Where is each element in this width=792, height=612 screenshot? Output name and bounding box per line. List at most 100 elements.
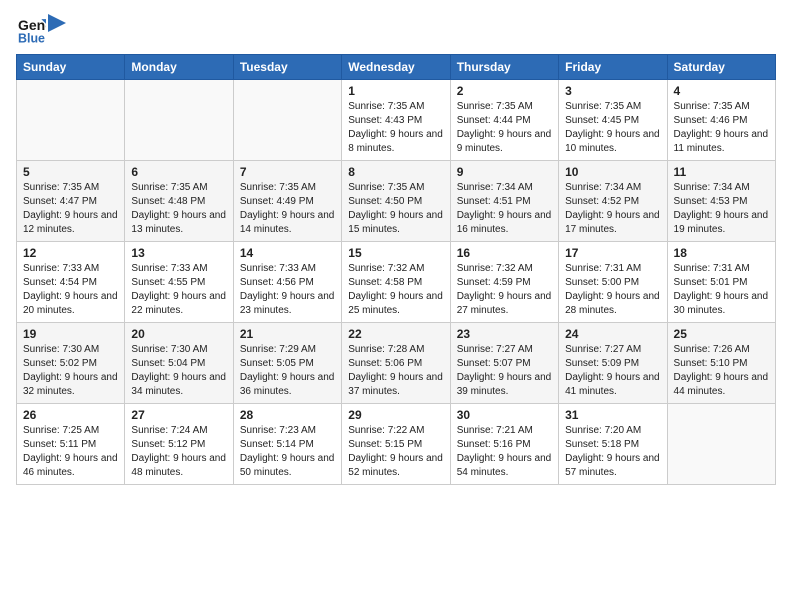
day-info: Sunrise: 7:26 AMSunset: 5:10 PMDaylight:… [674,343,769,399]
day-number: 27 [131,408,226,422]
day-info: Sunrise: 7:22 AMSunset: 5:15 PMDaylight:… [348,424,443,480]
header: General Blue [16,16,776,44]
day-info: Sunrise: 7:31 AMSunset: 5:00 PMDaylight:… [565,262,660,318]
day-number: 11 [674,165,769,179]
day-number: 5 [23,165,118,179]
day-number: 8 [348,165,443,179]
weekday-header-row: SundayMondayTuesdayWednesdayThursdayFrid… [17,55,776,80]
calendar-cell: 22 Sunrise: 7:28 AMSunset: 5:06 PMDayligh… [342,323,450,404]
calendar-cell: 1 Sunrise: 7:35 AMSunset: 4:43 PMDaylight… [342,80,450,161]
calendar-cell: 21 Sunrise: 7:29 AMSunset: 5:05 PMDayligh… [233,323,341,404]
day-number: 31 [565,408,660,422]
day-number: 14 [240,246,335,260]
day-number: 9 [457,165,552,179]
day-info: Sunrise: 7:30 AMSunset: 5:02 PMDaylight:… [23,343,118,399]
weekday-header-friday: Friday [559,55,667,80]
calendar-cell: 2 Sunrise: 7:35 AMSunset: 4:44 PMDaylight… [450,80,558,161]
day-info: Sunrise: 7:34 AMSunset: 4:51 PMDaylight:… [457,181,552,237]
day-number: 30 [457,408,552,422]
calendar-week-row: 19 Sunrise: 7:30 AMSunset: 5:02 PMDayligh… [17,323,776,404]
calendar-cell: 20Sunrise: 7:30 AMSunset: 5:04 PMDayligh… [125,323,233,404]
calendar-cell: 30 Sunrise: 7:21 AMSunset: 5:16 PMDayligh… [450,404,558,485]
calendar-cell: 18 Sunrise: 7:31 AMSunset: 5:01 PMDayligh… [667,242,775,323]
weekday-header-wednesday: Wednesday [342,55,450,80]
calendar-cell: 3 Sunrise: 7:35 AMSunset: 4:45 PMDaylight… [559,80,667,161]
logo-icon: General Blue [18,16,46,44]
calendar-cell: 29Sunrise: 7:22 AMSunset: 5:15 PMDayligh… [342,404,450,485]
calendar-table: SundayMondayTuesdayWednesdayThursdayFrid… [16,54,776,485]
day-info: Sunrise: 7:33 AMSunset: 4:54 PMDaylight:… [23,262,118,318]
calendar-cell: 14 Sunrise: 7:33 AMSunset: 4:56 PMDayligh… [233,242,341,323]
day-info: Sunrise: 7:30 AMSunset: 5:04 PMDaylight:… [131,343,226,399]
calendar-cell: 25 Sunrise: 7:26 AMSunset: 5:10 PMDayligh… [667,323,775,404]
svg-text:Blue: Blue [18,31,45,44]
calendar-cell: 28 Sunrise: 7:23 AMSunset: 5:14 PMDayligh… [233,404,341,485]
day-number: 16 [457,246,552,260]
day-number: 3 [565,84,660,98]
day-info: Sunrise: 7:31 AMSunset: 5:01 PMDaylight:… [674,262,769,318]
day-info: Sunrise: 7:23 AMSunset: 5:14 PMDaylight:… [240,424,335,480]
calendar-cell [17,80,125,161]
day-number: 13 [131,246,226,260]
calendar-cell: 31 Sunrise: 7:20 AMSunset: 5:18 PMDayligh… [559,404,667,485]
day-info: Sunrise: 7:34 AMSunset: 4:52 PMDaylight:… [565,181,660,237]
day-info: Sunrise: 7:35 AMSunset: 4:44 PMDaylight:… [457,100,552,156]
day-info: Sunrise: 7:27 AMSunset: 5:09 PMDaylight:… [565,343,660,399]
calendar-cell: 27Sunrise: 7:24 AMSunset: 5:12 PMDayligh… [125,404,233,485]
day-info: Sunrise: 7:27 AMSunset: 5:07 PMDaylight:… [457,343,552,399]
calendar-cell: 12 Sunrise: 7:33 AMSunset: 4:54 PMDayligh… [17,242,125,323]
day-number: 15 [348,246,443,260]
calendar-cell: 10Sunrise: 7:34 AMSunset: 4:52 PMDayligh… [559,161,667,242]
calendar-week-row: 5Sunrise: 7:35 AMSunset: 4:47 PMDaylight… [17,161,776,242]
calendar-cell: 11Sunrise: 7:34 AMSunset: 4:53 PMDayligh… [667,161,775,242]
calendar-cell: 19 Sunrise: 7:30 AMSunset: 5:02 PMDayligh… [17,323,125,404]
calendar-cell: 4 Sunrise: 7:35 AMSunset: 4:46 PMDaylight… [667,80,775,161]
day-number: 19 [23,327,118,341]
day-info: Sunrise: 7:28 AMSunset: 5:06 PMDaylight:… [348,343,443,399]
day-info: Sunrise: 7:32 AMSunset: 4:58 PMDaylight:… [348,262,443,318]
day-number: 25 [674,327,769,341]
day-number: 21 [240,327,335,341]
calendar-cell: 23 Sunrise: 7:27 AMSunset: 5:07 PMDayligh… [450,323,558,404]
day-info: Sunrise: 7:20 AMSunset: 5:18 PMDaylight:… [565,424,660,480]
calendar-cell [125,80,233,161]
calendar-week-row: 1 Sunrise: 7:35 AMSunset: 4:43 PMDaylight… [17,80,776,161]
logo-arrow-icon [48,14,66,32]
day-info: Sunrise: 7:35 AMSunset: 4:49 PMDaylight:… [240,181,335,237]
calendar-cell: 17 Sunrise: 7:31 AMSunset: 5:00 PMDayligh… [559,242,667,323]
day-number: 24 [565,327,660,341]
day-number: 2 [457,84,552,98]
day-number: 17 [565,246,660,260]
day-info: Sunrise: 7:35 AMSunset: 4:50 PMDaylight:… [348,181,443,237]
weekday-header-saturday: Saturday [667,55,775,80]
day-info: Sunrise: 7:35 AMSunset: 4:48 PMDaylight:… [131,181,226,237]
calendar-cell [233,80,341,161]
day-info: Sunrise: 7:33 AMSunset: 4:55 PMDaylight:… [131,262,226,318]
day-number: 26 [23,408,118,422]
day-number: 12 [23,246,118,260]
day-info: Sunrise: 7:32 AMSunset: 4:59 PMDaylight:… [457,262,552,318]
calendar-cell [667,404,775,485]
day-info: Sunrise: 7:35 AMSunset: 4:43 PMDaylight:… [348,100,443,156]
calendar-cell: 5Sunrise: 7:35 AMSunset: 4:47 PMDaylight… [17,161,125,242]
day-number: 4 [674,84,769,98]
calendar-week-row: 26 Sunrise: 7:25 AMSunset: 5:11 PMDayligh… [17,404,776,485]
page: General Blue SundayMondayTuesdayWednesda… [0,0,792,495]
calendar-cell: 8 Sunrise: 7:35 AMSunset: 4:50 PMDaylight… [342,161,450,242]
day-number: 6 [131,165,226,179]
day-number: 23 [457,327,552,341]
day-info: Sunrise: 7:29 AMSunset: 5:05 PMDaylight:… [240,343,335,399]
day-info: Sunrise: 7:25 AMSunset: 5:11 PMDaylight:… [23,424,118,480]
weekday-header-tuesday: Tuesday [233,55,341,80]
calendar-cell: 26 Sunrise: 7:25 AMSunset: 5:11 PMDayligh… [17,404,125,485]
day-info: Sunrise: 7:35 AMSunset: 4:45 PMDaylight:… [565,100,660,156]
day-info: Sunrise: 7:33 AMSunset: 4:56 PMDaylight:… [240,262,335,318]
day-number: 22 [348,327,443,341]
day-number: 1 [348,84,443,98]
day-number: 28 [240,408,335,422]
calendar-cell: 24 Sunrise: 7:27 AMSunset: 5:09 PMDayligh… [559,323,667,404]
day-info: Sunrise: 7:35 AMSunset: 4:46 PMDaylight:… [674,100,769,156]
calendar-cell: 15 Sunrise: 7:32 AMSunset: 4:58 PMDayligh… [342,242,450,323]
day-info: Sunrise: 7:21 AMSunset: 5:16 PMDaylight:… [457,424,552,480]
day-number: 18 [674,246,769,260]
